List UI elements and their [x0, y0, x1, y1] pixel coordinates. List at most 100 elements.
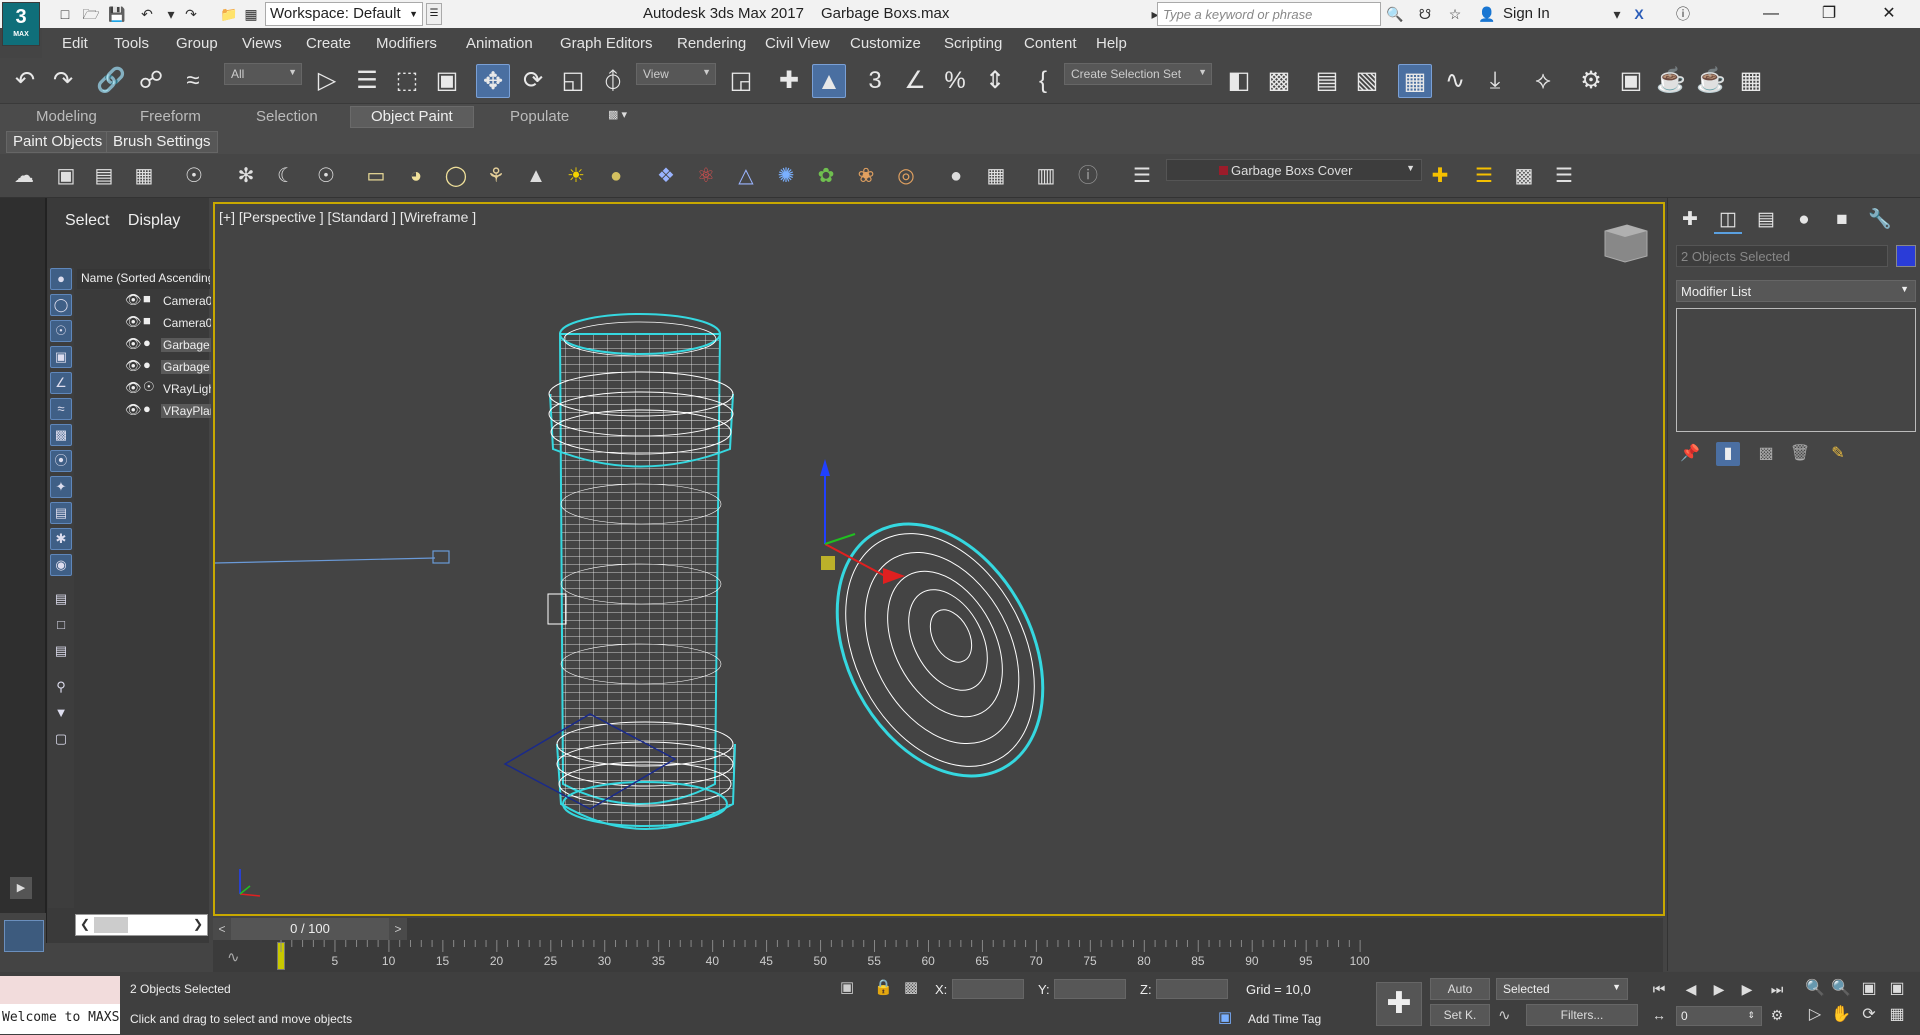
layer-explorer-icon[interactable]: ▤	[1310, 64, 1344, 98]
explorer-row[interactable]: 👁 ● Garbage boxs Cover	[77, 357, 211, 377]
visibility-eye-icon[interactable]: 👁	[125, 358, 142, 374]
vray-shell-icon[interactable]: ◎	[892, 162, 920, 190]
orbit-icon[interactable]: ⟳	[1858, 1004, 1880, 1026]
track-bar[interactable]: ∿ 5 10 15 20 25 30 35 40 45 50 55 60 65 70 75 80 85 90 95 1…	[213, 940, 1663, 972]
motion-tab-icon[interactable]: ●	[1790, 206, 1818, 234]
key-mode-toggle-icon[interactable]: ↔	[1648, 1004, 1670, 1026]
display-space-warps-icon[interactable]: ≈	[50, 398, 72, 420]
vray-scatter-icon[interactable]: ✿	[812, 162, 840, 190]
play-icon[interactable]: ▶	[1708, 978, 1730, 1000]
vray-plane-icon[interactable]: ▭	[362, 162, 390, 190]
explorer-horizontal-scrollbar[interactable]: ❮ ❯	[75, 914, 208, 936]
menu-content[interactable]: Content	[1024, 35, 1077, 52]
explorer-tab-display[interactable]: Display	[128, 212, 180, 229]
select-and-move-icon[interactable]: ✥	[476, 64, 510, 98]
select-object-icon[interactable]: ▷	[310, 64, 344, 98]
menu-scripting[interactable]: Scripting	[944, 35, 1002, 52]
next-frame-icon[interactable]: >	[389, 918, 407, 940]
named-selection-dropdown[interactable]: Create Selection Set ▼	[1064, 63, 1212, 85]
window-crossing-icon[interactable]: ▣	[430, 64, 464, 98]
menu-group[interactable]: Group	[176, 35, 218, 52]
restore-button[interactable]: ❐	[1806, 0, 1852, 28]
menu-help[interactable]: Help	[1096, 35, 1127, 52]
layer-manager-icon[interactable]: ☰	[1550, 162, 1578, 190]
panel-brush-settings[interactable]: Brush Settings	[106, 131, 218, 153]
expand-panel-icon[interactable]: ▶	[10, 877, 32, 899]
find-icon[interactable]: ⚲	[50, 676, 72, 698]
vray-ies-icon[interactable]: ▲	[522, 162, 550, 190]
image-icon[interactable]: ▣	[52, 162, 80, 190]
garbage-can-wireframe[interactable]	[547, 313, 736, 830]
visibility-eye-icon[interactable]: 👁	[125, 314, 142, 330]
display-none-icon[interactable]: □	[50, 614, 72, 636]
exchange-apps-icon[interactable]: X	[1628, 4, 1650, 24]
go-to-end-icon[interactable]: ⏭	[1766, 978, 1788, 1000]
sign-in-dropdown-icon[interactable]: ▾	[1606, 4, 1628, 24]
display-containers-icon[interactable]: ▤	[50, 502, 72, 524]
display-geometry-icon[interactable]: ●	[50, 268, 72, 290]
display-helpers-icon[interactable]: ∠	[50, 372, 72, 394]
vray-fur-icon[interactable]: ❖	[652, 162, 680, 190]
display-groups-icon[interactable]: ▩	[50, 424, 72, 446]
tab-selection[interactable]: Selection	[256, 108, 318, 125]
vray-sphere-icon[interactable]: ◯	[442, 162, 470, 190]
binoculars-icon[interactable]: 🔍	[1384, 4, 1406, 24]
tab-populate[interactable]: Populate	[510, 108, 569, 125]
bind-space-warp-icon[interactable]: ≈	[176, 64, 210, 98]
object-color-swatch[interactable]	[1896, 245, 1916, 267]
explorer-row[interactable]: 👁 ■ Camera001	[77, 291, 211, 311]
vray-clipper-icon[interactable]: △	[732, 162, 760, 190]
key-filters-button[interactable]: Filters...	[1526, 1004, 1638, 1026]
isolate-selection-icon[interactable]: ▣	[840, 978, 854, 996]
menu-modifiers[interactable]: Modifiers	[376, 35, 437, 52]
display-bones-icon[interactable]: ✦	[50, 476, 72, 498]
display-frozen-icon[interactable]: ◉	[50, 554, 72, 576]
vray-frame-buffer-icon[interactable]: ▦	[982, 162, 1010, 190]
scene-explorer-icon[interactable]: ▦	[1398, 64, 1432, 98]
undo-icon[interactable]: ↶	[136, 4, 158, 24]
undo-icon[interactable]: ↶	[8, 64, 42, 98]
tab-object-paint[interactable]: Object Paint	[350, 106, 474, 128]
snaps-toggle-icon[interactable]: 3	[858, 64, 892, 98]
redo-icon[interactable]: ↷	[46, 64, 80, 98]
container-icon[interactable]: ☁	[10, 162, 38, 190]
list-icon[interactable]: ▤	[90, 162, 118, 190]
vray-proxy-icon[interactable]: ⚛	[692, 162, 720, 190]
explorer-row[interactable]: 👁 ■ Camera001.Target	[77, 313, 211, 333]
display-lights-icon[interactable]: ☉	[50, 320, 72, 342]
menu-customize[interactable]: Customize	[850, 35, 921, 52]
visibility-eye-icon[interactable]: 👁	[125, 402, 142, 418]
select-and-rotate-icon[interactable]: ⟳	[516, 64, 550, 98]
moon-icon[interactable]: ☾	[272, 162, 300, 190]
absolute-mode-icon[interactable]: ▩	[904, 978, 918, 996]
open-file-icon[interactable]: 🗁	[80, 4, 102, 24]
tab-modeling[interactable]: Modeling	[36, 108, 97, 125]
next-key-icon[interactable]: ▶	[1736, 978, 1758, 1000]
object-name-field[interactable]: 2 Objects Selected	[1676, 245, 1888, 267]
explorer-row[interactable]: 👁 ● VRayPlane001	[77, 401, 211, 421]
viewport-label[interactable]: [+] [Perspective ] [Standard ] [Wirefram…	[219, 209, 476, 225]
zoom-extents-all-icon[interactable]: ▣	[1886, 978, 1908, 1000]
vray-sun-icon[interactable]: ☀	[562, 162, 590, 190]
menu-rendering[interactable]: Rendering	[677, 35, 746, 52]
rendered-frame-window-icon[interactable]: ☕	[1654, 64, 1688, 98]
render-production-icon[interactable]: ☕	[1694, 64, 1728, 98]
angle-snap-icon[interactable]: ∠	[898, 64, 932, 98]
curve-editor-icon[interactable]: ∿	[1438, 64, 1472, 98]
visibility-eye-icon[interactable]: 👁	[125, 336, 142, 352]
light-list-icon[interactable]: ☉	[180, 162, 208, 190]
perspective-viewport[interactable]: [+] [Perspective ] [Standard ] [Wirefram…	[213, 202, 1665, 916]
current-frame-field[interactable]: 0 ⇕	[1676, 1006, 1762, 1026]
undo-history-icon[interactable]: ▾	[160, 4, 182, 24]
maxscript-listener[interactable]: Welcome to MAXScript.	[0, 976, 120, 1034]
favorites-star-icon[interactable]: ☆	[1444, 4, 1466, 24]
pan-view-icon[interactable]: ✋	[1830, 1004, 1852, 1026]
time-slider[interactable]: < 0 / 100 >	[213, 918, 1663, 940]
lock-explorer-icon[interactable]: ▢	[50, 728, 72, 750]
z-coordinate-field[interactable]	[1156, 979, 1228, 999]
edit-named-selection-icon[interactable]: {	[1026, 64, 1060, 98]
toggle-ribbon-icon[interactable]: ▧	[1350, 64, 1384, 98]
mirror-icon[interactable]: ◧	[1222, 64, 1256, 98]
menu-graph-editors[interactable]: Graph Editors	[560, 35, 653, 52]
display-tab-icon[interactable]: ■	[1828, 206, 1856, 234]
